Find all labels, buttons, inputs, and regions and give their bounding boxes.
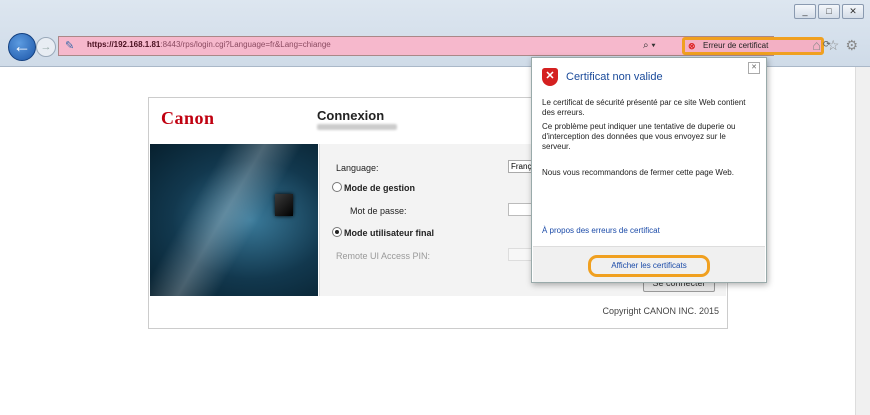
mode-user-label: Mode utilisateur final: [344, 228, 435, 238]
forward-arrow-icon: →: [40, 41, 52, 53]
maximize-button[interactable]: □: [818, 4, 840, 19]
radio-admin[interactable]: [332, 182, 342, 192]
close-icon[interactable]: ✕: [748, 62, 760, 74]
forward-button[interactable]: →: [36, 37, 56, 57]
back-button[interactable]: ←: [8, 33, 36, 61]
popup-text-2: Ce problème peut indiquer une tentative …: [542, 122, 736, 151]
address-bar[interactable]: ✎ https://192.168.1.81:8443/rps/login.cg…: [58, 36, 831, 56]
pin-label: Remote UI Access PIN:: [336, 251, 431, 261]
copyright: Copyright CANON INC. 2015: [602, 306, 719, 316]
tools-gear-icon[interactable]: ⚙: [845, 37, 858, 54]
favorites-star-icon[interactable]: ☆: [827, 37, 840, 54]
browser-icons: ⌂ ☆ ⚙: [812, 37, 858, 54]
light-streak: [150, 144, 318, 296]
view-certificates-link[interactable]: Afficher les certificats: [588, 255, 710, 277]
home-icon[interactable]: ⌂: [812, 37, 820, 54]
page-title: Connexion: [317, 108, 385, 123]
url-path: :8443/rps/login.cgi?Language=fr&Lang=chi…: [160, 40, 331, 49]
shield-error-icon: ✕: [542, 68, 558, 86]
popup-title: Certificat non valide: [566, 71, 663, 83]
vertical-scrollbar[interactable]: [855, 67, 870, 415]
radio-user[interactable]: [332, 227, 342, 237]
url-host: https://192.168.1.81: [87, 40, 161, 49]
url-text: https://192.168.1.81:8443/rps/login.cgi?…: [87, 40, 331, 49]
certificate-error-button[interactable]: ⊗ Erreur de certificat: [682, 37, 824, 55]
about-cert-errors-link[interactable]: À propos des erreurs de certificat: [542, 226, 660, 235]
certificate-error-label: Erreur de certificat: [703, 41, 769, 50]
close-window-button[interactable]: ✕: [842, 4, 864, 19]
mode-user-option[interactable]: Mode utilisateur final: [332, 227, 434, 238]
site-identity-icon[interactable]: ✎: [65, 40, 81, 52]
error-shield-icon: ⊗: [688, 41, 696, 51]
window-controls: _ □ ✕: [794, 4, 864, 19]
mode-admin-option[interactable]: Mode de gestion: [332, 182, 415, 193]
device-name-blurred: [317, 124, 397, 130]
minimize-button[interactable]: _: [794, 4, 816, 19]
product-banner-image: [150, 144, 318, 296]
popup-text-3: Nous vous recommandons de fermer cette p…: [542, 168, 734, 177]
back-arrow-icon: ←: [13, 36, 31, 56]
search-icon[interactable]: ⌕ ▾: [643, 40, 656, 51]
language-label: Language:: [336, 163, 379, 173]
popup-text-1: Le certificat de sécurité présenté par c…: [542, 98, 746, 117]
password-label: Mot de passe:: [350, 206, 407, 216]
certificate-popup: ✕ ✕ Certificat non valide Le certificat …: [531, 57, 767, 283]
canon-logo: Canon: [161, 108, 215, 128]
popup-footer: Afficher les certificats: [533, 246, 765, 282]
mode-admin-label: Mode de gestion: [344, 183, 416, 193]
